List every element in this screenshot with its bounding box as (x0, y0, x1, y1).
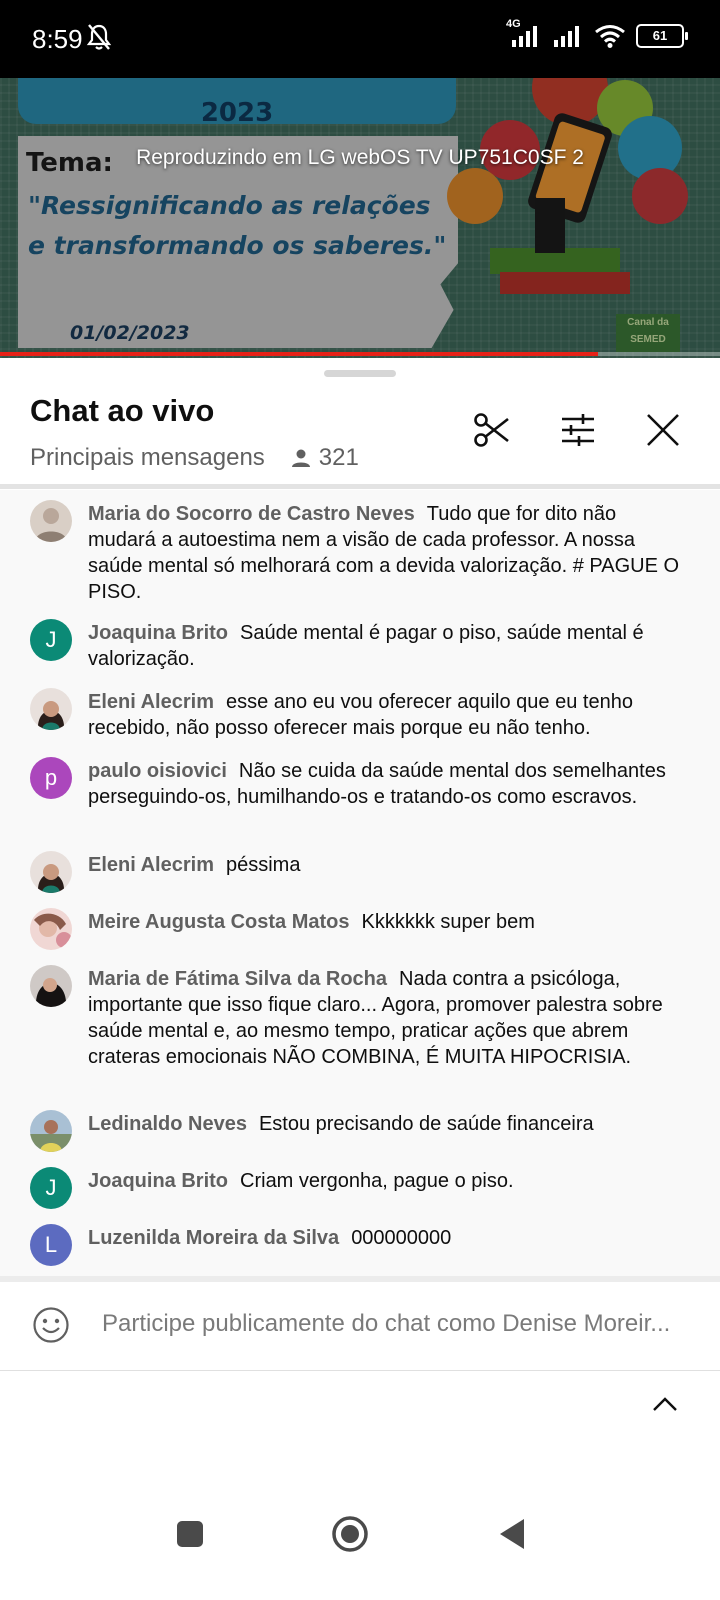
message-text: 000000000 (351, 1227, 452, 1249)
message-text: Estou precisando de saúde financeira (258, 1113, 594, 1135)
viewer-count: 321 (291, 444, 359, 472)
recents-icon (177, 1521, 203, 1547)
home-icon (332, 1516, 368, 1552)
chat-header-divider (0, 484, 720, 489)
message-author[interactable]: Joaquina Brito (88, 622, 228, 644)
person-icon (291, 449, 310, 467)
signal-icon (554, 26, 579, 47)
status-bar: 8:59 4G 61 (0, 0, 720, 78)
back-icon (500, 1519, 524, 1549)
message-author[interactable]: Eleni Alecrim (88, 854, 214, 876)
message-author[interactable]: Meire Augusta Costa Matos (88, 911, 350, 933)
chevron-up-icon[interactable] (650, 1390, 680, 1420)
avatar[interactable] (30, 688, 72, 730)
message-text: Criam vergonha, pague o piso. (240, 1170, 514, 1192)
avatar[interactable] (30, 500, 72, 542)
message-author[interactable]: Maria de Fátima Silva da Rocha (88, 968, 387, 990)
avatar[interactable]: J (30, 619, 72, 661)
message-author[interactable]: Maria do Socorro de Castro Neves (88, 503, 415, 525)
close-icon (647, 414, 679, 446)
message-text: Kkkkkkk super bem (361, 911, 535, 933)
system-nav-bar (0, 1480, 720, 1600)
message-author[interactable]: Joaquina Brito (88, 1170, 228, 1192)
avatar[interactable] (30, 1110, 72, 1152)
chat-filter-dropdown[interactable]: Principais mensagens 321 (30, 444, 359, 472)
tune-icon (562, 414, 594, 446)
message-author[interactable]: paulo oisiovici (88, 760, 227, 782)
message-author[interactable]: Eleni Alecrim (88, 691, 214, 713)
home-button[interactable] (328, 1512, 372, 1556)
sheet-drag-handle[interactable] (324, 370, 396, 377)
chat-title: Chat ao vivo (30, 393, 215, 428)
avatar[interactable] (30, 851, 72, 893)
live-chat-sheet: Chat ao vivo Principais mensagens 321 Ma… (0, 360, 720, 1600)
recents-button[interactable] (168, 1512, 212, 1556)
video-dim-overlay (0, 78, 720, 358)
clip-button[interactable] (470, 408, 514, 452)
viewer-count-value: 321 (318, 444, 359, 471)
network-type-label: 4G (506, 18, 521, 30)
chat-message-input[interactable] (102, 1304, 714, 1344)
chat-settings-button[interactable] (556, 408, 600, 452)
avatar[interactable]: J (30, 1167, 72, 1209)
back-button[interactable] (490, 1512, 534, 1556)
signal-icon: 4G (506, 18, 542, 48)
casting-status: Reproduzindo em LG webOS TV UP751C0SF 2 (136, 146, 584, 169)
message-author[interactable]: Ledinaldo Neves (88, 1113, 247, 1135)
message-text: péssima (225, 854, 301, 876)
notifications-off-icon (86, 24, 112, 50)
avatar[interactable] (30, 965, 72, 1007)
chat-input-bar (0, 1282, 720, 1371)
emoji-icon[interactable] (32, 1306, 70, 1344)
avatar[interactable]: p (30, 757, 72, 799)
video-progress-fill (0, 352, 598, 356)
message-author[interactable]: Luzenilda Moreira da Silva (88, 1227, 339, 1249)
battery-icon: 61 (636, 24, 688, 48)
avatar[interactable]: L (30, 1224, 72, 1266)
scissors-icon (474, 413, 509, 447)
video-player[interactable]: 2023 Tema: "Ressignificando as relações … (0, 78, 720, 358)
video-progress-bar[interactable] (0, 352, 720, 356)
status-time: 8:59 (32, 24, 83, 54)
wifi-icon (595, 25, 625, 48)
close-chat-button[interactable] (641, 408, 685, 452)
battery-level: 61 (652, 28, 668, 43)
chat-message-list[interactable]: Maria do Socorro de Castro Neves Tudo que… (0, 490, 720, 1276)
chat-filter-label: Principais mensagens (30, 444, 265, 471)
avatar[interactable] (30, 908, 72, 950)
